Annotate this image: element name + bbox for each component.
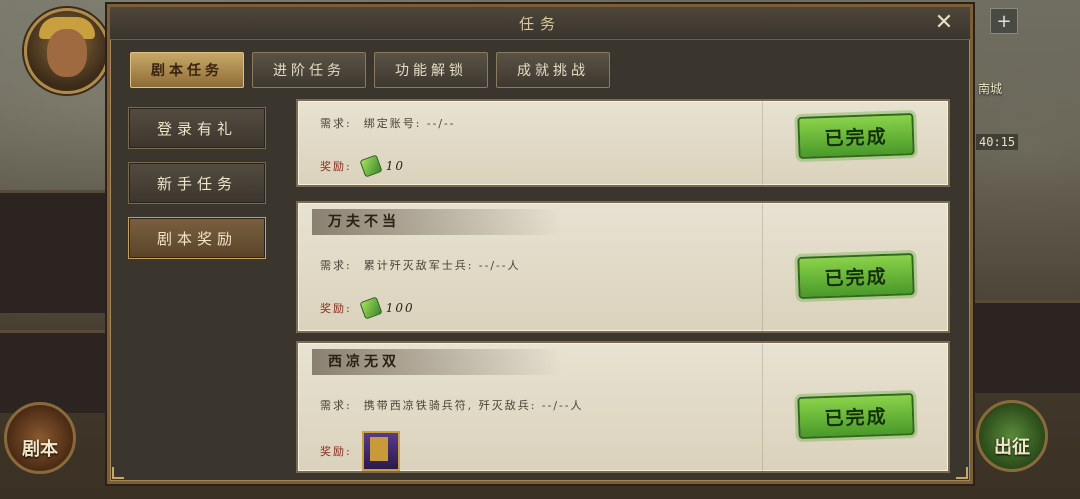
tab-feature-unlock[interactable]: 功能解锁 [374, 52, 488, 88]
march-button[interactable]: 出征 [976, 400, 1048, 472]
task-tabs: 剧本任务 进阶任务 功能解锁 成就挑战 [130, 52, 610, 88]
jade-icon [359, 154, 383, 178]
task-name: 西凉无双 [328, 354, 400, 370]
reward-value: 10 [385, 159, 405, 173]
completed-stamp: 已完成 [797, 392, 915, 440]
task-card: 需求: 绑定账号: --/-- 奖励: 10 已完成 [296, 99, 950, 187]
task-card: 西凉无双 需求: 携带西凉铁骑兵符, 歼灭敌兵: --/--人 奖励: 已完成 [296, 341, 950, 473]
reward-label: 奖励: [320, 302, 352, 315]
jade-icon [359, 296, 383, 320]
requirement-label: 需求: [320, 259, 352, 272]
task-reward: 奖励: 100 [320, 296, 415, 320]
close-icon[interactable]: ✕ [932, 11, 956, 35]
scenario-button-label: 剧本 [22, 439, 58, 460]
task-submenu: 登录有礼 新手任务 剧本奖励 [128, 107, 266, 259]
submenu-login-gift[interactable]: 登录有礼 [128, 107, 266, 149]
march-button-label: 出征 [994, 437, 1030, 458]
countdown-timer: 40:15 [976, 134, 1019, 150]
tab-scenario-tasks[interactable]: 剧本任务 [130, 52, 244, 88]
requirement-label: 需求: [320, 399, 352, 412]
reward-label: 奖励: [320, 445, 352, 458]
tab-achievement-challenge[interactable]: 成就挑战 [496, 52, 610, 88]
tab-advanced-tasks[interactable]: 进阶任务 [252, 52, 366, 88]
completed-stamp: 已完成 [797, 252, 915, 300]
card-icon[interactable] [361, 431, 400, 471]
reward-label: 奖励: [320, 160, 352, 173]
panel-title-bar: 任务 ✕ [110, 7, 970, 40]
card-art [369, 437, 388, 461]
task-name: 万夫不当 [328, 214, 400, 230]
add-button[interactable]: + [990, 8, 1018, 34]
scenario-button[interactable]: 剧本 [4, 402, 76, 474]
task-requirement: 需求: 绑定账号: --/-- [320, 115, 456, 131]
requirement-text: 携带西凉铁骑兵符, 歼灭敌兵: --/--人 [363, 399, 584, 412]
requirement-text: 绑定账号: --/-- [363, 117, 456, 130]
task-divider [762, 203, 763, 331]
panel-corner [956, 467, 968, 479]
location-label[interactable]: 南城 [978, 80, 1002, 97]
task-requirement: 需求: 累计歼灭敌军士兵: --/--人 [320, 257, 521, 273]
reward-value: 100 [385, 301, 415, 315]
task-reward: 奖励: 10 [320, 154, 405, 178]
background-roof [0, 330, 108, 413]
submenu-newbie-tasks[interactable]: 新手任务 [128, 162, 266, 204]
task-reward: 奖励: [320, 431, 400, 471]
task-card: 万夫不当 需求: 累计歼灭敌军士兵: --/--人 奖励: 100 已完成 [296, 201, 950, 333]
task-requirement: 需求: 携带西凉铁骑兵符, 歼灭敌兵: --/--人 [320, 397, 584, 413]
background-roof [0, 190, 108, 313]
background-roof [975, 300, 1080, 393]
avatar-face [47, 29, 87, 77]
task-divider [762, 101, 763, 185]
requirement-label: 需求: [320, 117, 352, 130]
submenu-scenario-rewards[interactable]: 剧本奖励 [128, 217, 266, 259]
task-list[interactable]: 需求: 绑定账号: --/-- 奖励: 10 已完成 万夫不当 需求: 累计歼灭敌军… [296, 99, 950, 475]
panel-corner [112, 467, 124, 479]
task-panel: 任务 ✕ 剧本任务 进阶任务 功能解锁 成就挑战 登录有礼 新手任务 剧本奖励 … [107, 4, 973, 484]
task-divider [762, 343, 763, 471]
requirement-text: 累计歼灭敌军士兵: --/--人 [363, 259, 521, 272]
hero-avatar[interactable] [24, 8, 110, 94]
completed-stamp: 已完成 [797, 112, 915, 160]
panel-title: 任务 [518, 15, 561, 33]
